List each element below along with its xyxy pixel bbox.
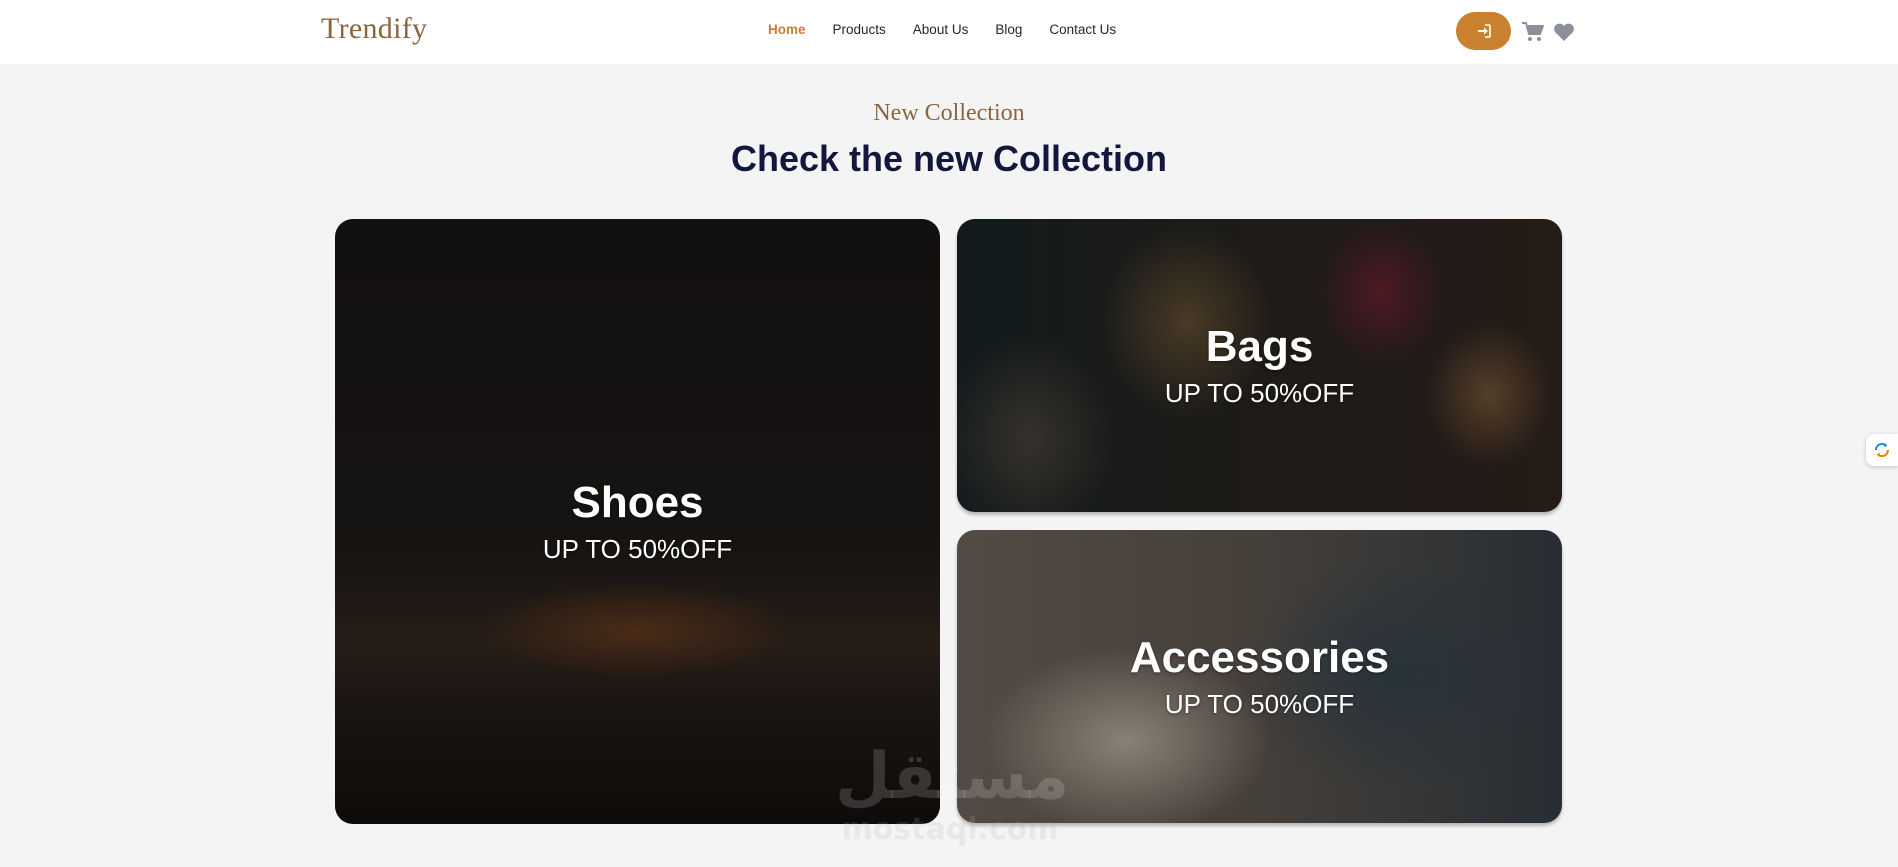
category-name: Shoes	[571, 477, 704, 527]
category-promo: UP TO 50%OFF	[542, 534, 733, 565]
nav-home[interactable]: Home	[768, 22, 806, 37]
category-card-bags[interactable]: Bags UP TO 50%OFF	[957, 219, 1562, 512]
category-name: Accessories	[1129, 632, 1390, 682]
category-promo: UP TO 50%OFF	[1164, 689, 1355, 720]
site-header: Trendify Home Products About Us Blog Con…	[0, 0, 1898, 64]
refresh-icon	[1874, 442, 1890, 458]
category-card-shoes[interactable]: Shoes UP TO 50%OFF	[335, 219, 940, 824]
category-promo: UP TO 50%OFF	[1164, 378, 1355, 409]
watermark-latin: mostaql.com	[841, 812, 1059, 847]
nav-contact-us[interactable]: Contact Us	[1049, 22, 1116, 37]
login-button[interactable]	[1456, 12, 1511, 50]
login-icon	[1477, 24, 1491, 38]
brand-logo[interactable]: Trendify	[321, 12, 427, 46]
side-widget-button[interactable]	[1866, 434, 1898, 466]
watermark-arabic: مستقل	[835, 740, 1070, 814]
section-title: Check the new Collection	[730, 138, 1168, 179]
section-subtitle: New Collection	[873, 100, 1025, 126]
nav-about-us[interactable]: About Us	[913, 22, 969, 37]
heart-icon[interactable]	[1552, 21, 1576, 43]
cart-icon[interactable]	[1521, 21, 1545, 43]
category-name: Bags	[1205, 321, 1314, 371]
nav-products[interactable]: Products	[833, 22, 886, 37]
nav-blog[interactable]: Blog	[995, 22, 1022, 37]
main-nav: Home Products About Us Blog Contact Us	[768, 22, 1143, 37]
